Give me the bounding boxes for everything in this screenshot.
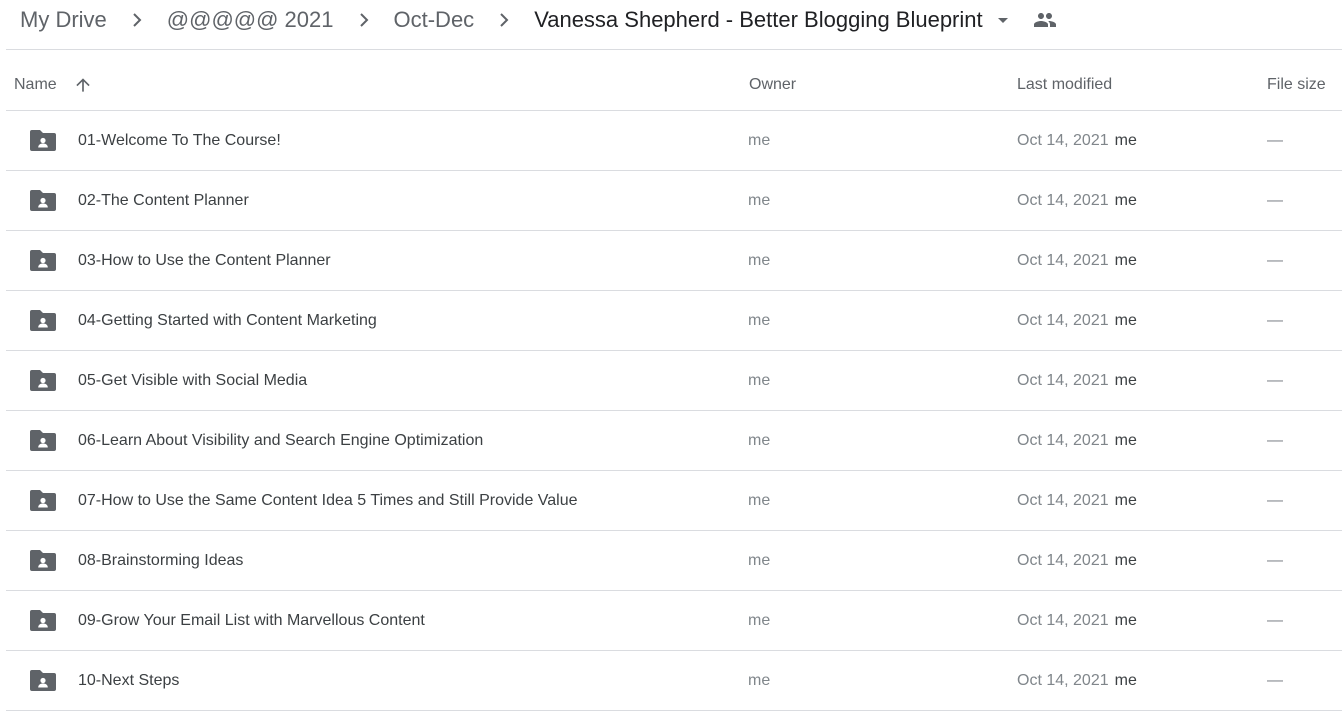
modified-date: Oct 14, 2021	[1017, 612, 1109, 629]
file-name: 01-Welcome To The Course!	[78, 132, 281, 149]
modified-date: Oct 14, 2021	[1017, 132, 1109, 149]
modified-by: me	[1114, 492, 1137, 509]
table-row[interactable]: 04-Getting Started with Content Marketin…	[6, 291, 1342, 351]
shared-folder-icon	[30, 489, 56, 511]
file-name: 07-How to Use the Same Content Idea 5 Ti…	[78, 492, 578, 509]
modified-by: me	[1114, 612, 1137, 629]
chevron-right-icon	[352, 8, 376, 32]
people-icon	[1031, 6, 1059, 34]
file-size: —	[1267, 552, 1283, 569]
file-last-modified: Oct 14, 2021 me	[1017, 531, 1137, 591]
modified-date: Oct 14, 2021	[1017, 312, 1109, 329]
file-owner: me	[748, 372, 771, 389]
file-last-modified: Oct 14, 2021 me	[1017, 171, 1137, 231]
table-header: Name Owner Last modified File size	[6, 60, 1342, 111]
file-last-modified: Oct 14, 2021 me	[1017, 411, 1137, 471]
breadcrumb: My Drive @@@@@ 2021 Oct-Dec Vanessa Shep…	[18, 0, 1342, 40]
file-size: —	[1267, 252, 1283, 269]
modified-date: Oct 14, 2021	[1017, 372, 1109, 389]
modified-by: me	[1114, 552, 1137, 569]
file-list: 01-Welcome To The Course! me Oct 14, 202…	[6, 111, 1342, 711]
column-header-name[interactable]: Name	[14, 60, 93, 110]
modified-by: me	[1114, 672, 1137, 689]
file-name: 06-Learn About Visibility and Search Eng…	[78, 432, 484, 449]
shared-folder-icon	[30, 669, 56, 691]
file-name: 03-How to Use the Content Planner	[78, 252, 331, 269]
table-row[interactable]: 02-The Content Planner me Oct 14, 2021 me…	[6, 171, 1342, 231]
file-last-modified: Oct 14, 2021 me	[1017, 111, 1137, 171]
file-size: —	[1267, 132, 1283, 149]
column-header-file-size[interactable]: File size	[1267, 60, 1326, 110]
file-name: 05-Get Visible with Social Media	[78, 372, 308, 389]
breadcrumb-current-folder[interactable]: Vanessa Shepherd - Better Blogging Bluep…	[532, 0, 984, 40]
modified-by: me	[1114, 192, 1137, 209]
caret-down-icon[interactable]	[991, 8, 1015, 32]
arrow-up-icon[interactable]	[73, 75, 93, 95]
shared-folder-icon	[30, 249, 56, 271]
breadcrumb-item-my-drive[interactable]: My Drive	[18, 0, 109, 40]
file-name: 04-Getting Started with Content Marketin…	[78, 312, 377, 329]
chevron-right-icon	[492, 8, 516, 32]
file-owner: me	[748, 672, 771, 689]
modified-date: Oct 14, 2021	[1017, 492, 1109, 509]
table-row[interactable]: 05-Get Visible with Social Media me Oct …	[6, 351, 1342, 411]
shared-folder-icon	[30, 129, 56, 151]
file-name: 08-Brainstorming Ideas	[78, 552, 244, 569]
shared-folder-icon	[30, 609, 56, 631]
file-last-modified: Oct 14, 2021 me	[1017, 471, 1137, 531]
file-name: 02-The Content Planner	[78, 192, 249, 209]
file-owner: me	[748, 312, 771, 329]
column-header-owner[interactable]: Owner	[749, 60, 796, 110]
file-owner: me	[748, 252, 771, 269]
modified-by: me	[1114, 132, 1137, 149]
file-size: —	[1267, 192, 1283, 209]
chevron-right-icon	[125, 8, 149, 32]
file-last-modified: Oct 14, 2021 me	[1017, 291, 1137, 351]
file-size: —	[1267, 492, 1283, 509]
file-last-modified: Oct 14, 2021 me	[1017, 231, 1137, 291]
file-owner: me	[748, 192, 771, 209]
shared-folder-icon	[30, 549, 56, 571]
table-row[interactable]: 10-Next Steps me Oct 14, 2021 me —	[6, 651, 1342, 711]
modified-by: me	[1114, 432, 1137, 449]
modified-date: Oct 14, 2021	[1017, 192, 1109, 209]
file-owner: me	[748, 492, 771, 509]
file-size: —	[1267, 312, 1283, 329]
file-size: —	[1267, 612, 1283, 629]
file-last-modified: Oct 14, 2021 me	[1017, 351, 1137, 411]
file-size: —	[1267, 432, 1283, 449]
table-row[interactable]: 03-How to Use the Content Planner me Oct…	[6, 231, 1342, 291]
modified-by: me	[1114, 312, 1137, 329]
modified-date: Oct 14, 2021	[1017, 552, 1109, 569]
header-divider	[6, 49, 1342, 50]
shared-folder-icon	[30, 429, 56, 451]
file-size: —	[1267, 672, 1283, 689]
column-header-last-modified[interactable]: Last modified	[1017, 60, 1112, 110]
file-owner: me	[748, 552, 771, 569]
file-name: 10-Next Steps	[78, 672, 180, 689]
table-row[interactable]: 01-Welcome To The Course! me Oct 14, 202…	[6, 111, 1342, 171]
file-name: 09-Grow Your Email List with Marvellous …	[78, 612, 425, 629]
table-row[interactable]: 09-Grow Your Email List with Marvellous …	[6, 591, 1342, 651]
file-owner: me	[748, 612, 771, 629]
file-last-modified: Oct 14, 2021 me	[1017, 651, 1137, 711]
file-size: —	[1267, 372, 1283, 389]
modified-date: Oct 14, 2021	[1017, 672, 1109, 689]
shared-folder-icon	[30, 189, 56, 211]
table-row[interactable]: 07-How to Use the Same Content Idea 5 Ti…	[6, 471, 1342, 531]
file-last-modified: Oct 14, 2021 me	[1017, 591, 1137, 651]
column-header-name-label: Name	[14, 76, 57, 93]
shared-folder-icon	[30, 369, 56, 391]
modified-date: Oct 14, 2021	[1017, 432, 1109, 449]
table-row[interactable]: 08-Brainstorming Ideas me Oct 14, 2021 me…	[6, 531, 1342, 591]
modified-date: Oct 14, 2021	[1017, 252, 1109, 269]
breadcrumb-item-quarter[interactable]: Oct-Dec	[392, 0, 477, 40]
breadcrumb-item-year[interactable]: @@@@@ 2021	[165, 0, 336, 40]
modified-by: me	[1114, 252, 1137, 269]
shared-folder-icon	[30, 309, 56, 331]
modified-by: me	[1114, 372, 1137, 389]
file-owner: me	[748, 132, 771, 149]
table-row[interactable]: 06-Learn About Visibility and Search Eng…	[6, 411, 1342, 471]
file-owner: me	[748, 432, 771, 449]
